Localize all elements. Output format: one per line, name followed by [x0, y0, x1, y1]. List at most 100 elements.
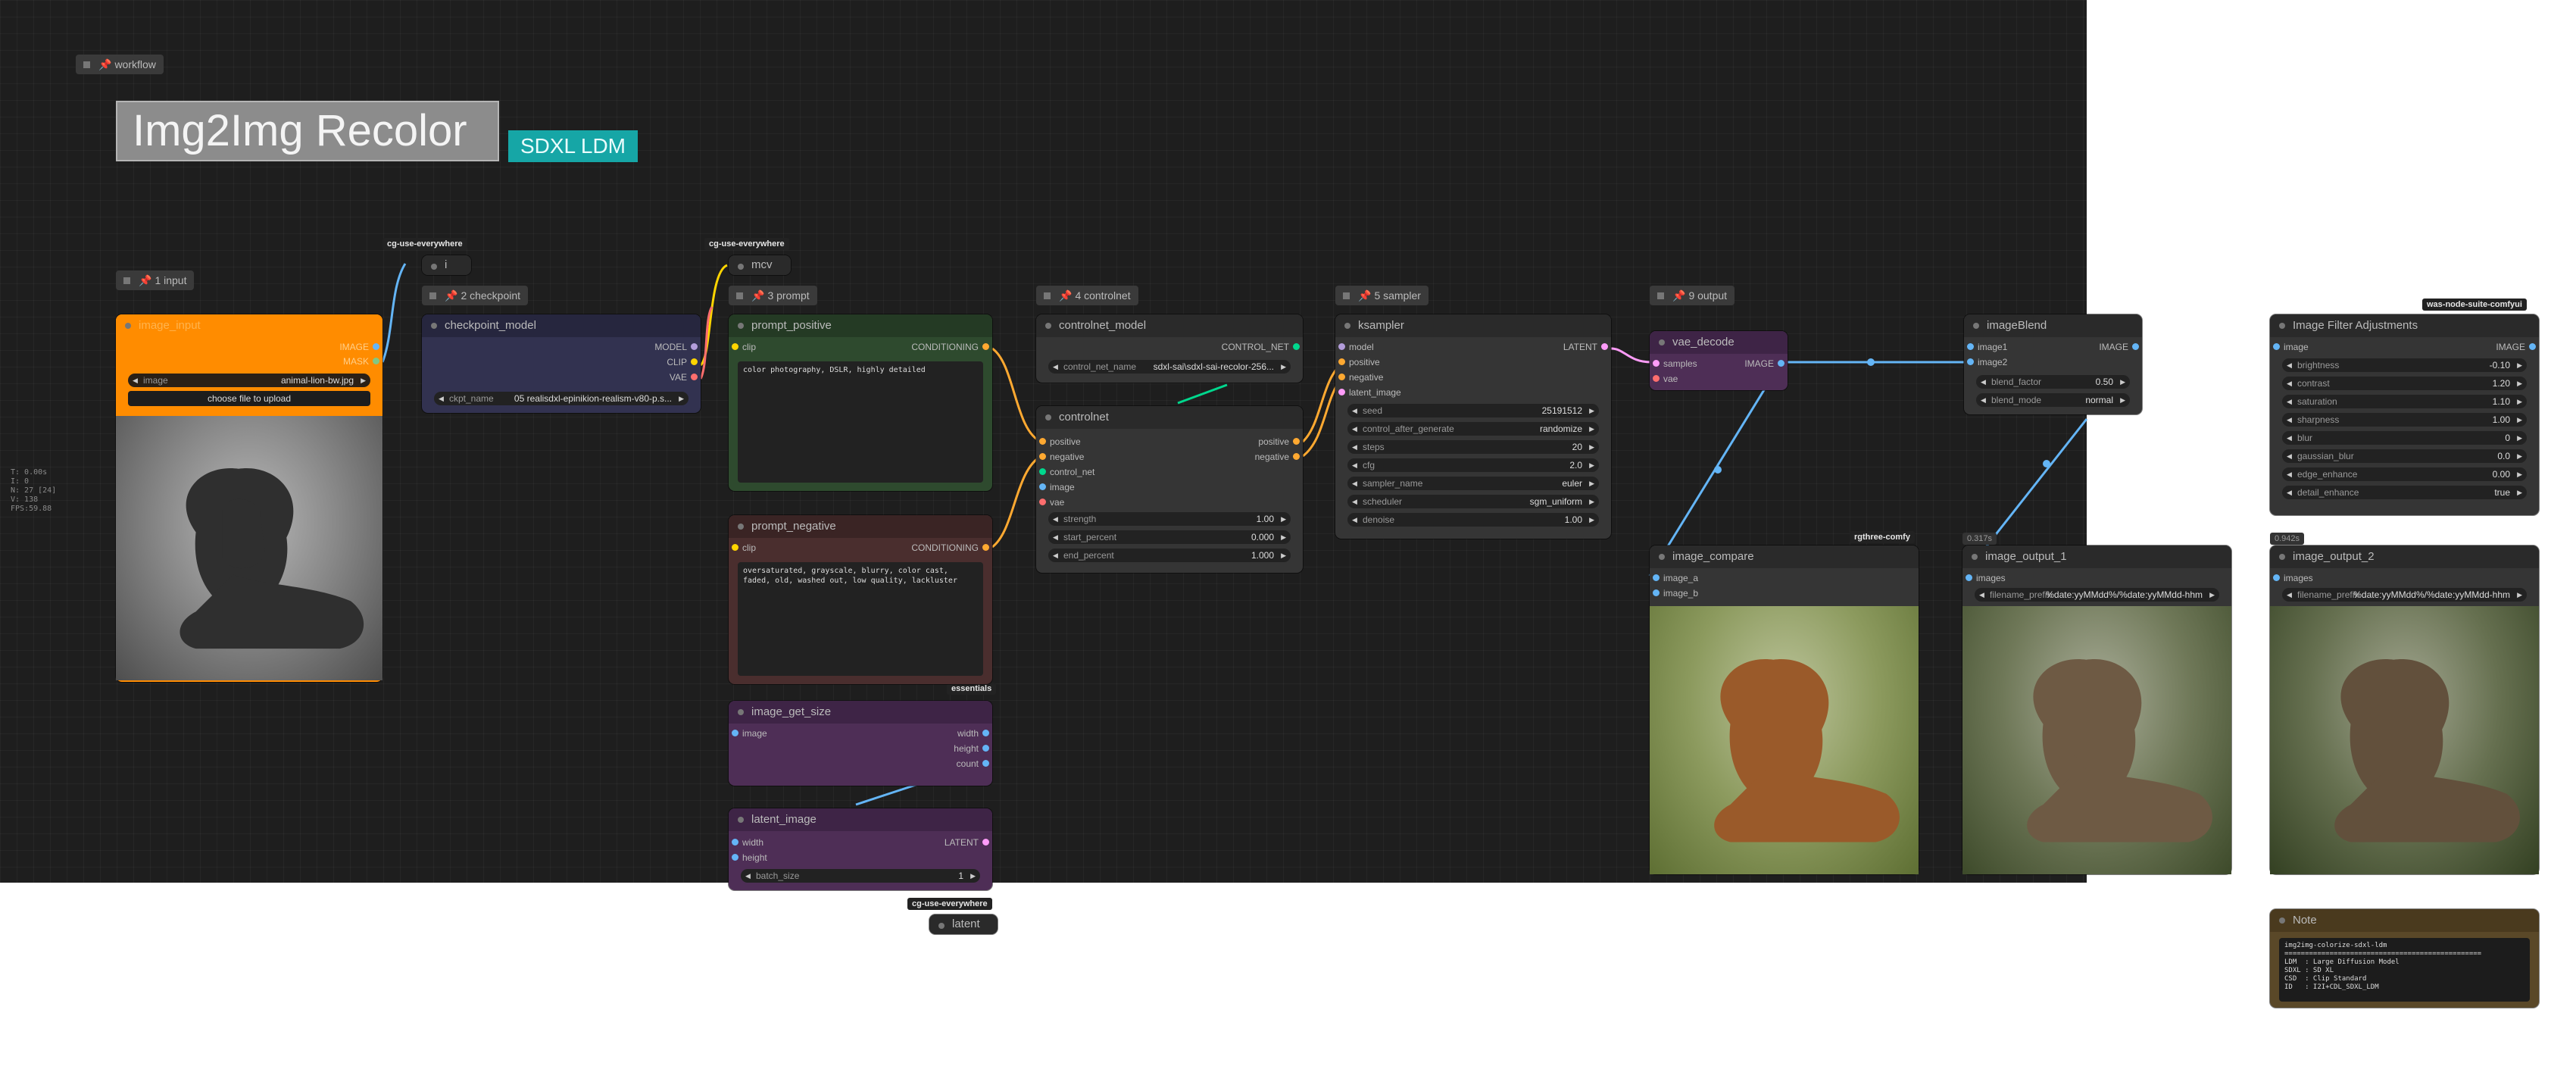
slot-dot[interactable]	[982, 839, 989, 846]
group-input[interactable]: 📌 1 input	[116, 270, 195, 290]
output-conditioning[interactable]: CONDITIONING	[911, 342, 992, 352]
input-negative[interactable]: negative	[1036, 452, 1084, 462]
slot-dot[interactable]	[982, 760, 989, 767]
input-image2[interactable]: image2	[1964, 357, 2007, 367]
input-positive[interactable]: positive	[1036, 436, 1081, 447]
slot-dot[interactable]	[982, 730, 989, 736]
node-ksampler[interactable]: ksampler model positive negative latent_…	[1335, 314, 1611, 539]
node-latent-image[interactable]: latent_image width height LATENT batch_s…	[729, 808, 992, 890]
slot-dot[interactable]	[1966, 574, 1972, 581]
node-mcv[interactable]: mcv	[729, 255, 791, 275]
slot-dot[interactable]	[1338, 343, 1345, 350]
output-mask[interactable]: MASK	[343, 356, 382, 367]
output-image-preview[interactable]	[2270, 606, 2539, 874]
output-image[interactable]: IMAGE	[339, 342, 382, 352]
node-controlnet-model[interactable]: controlnet_model CONTROL_NET control_net…	[1036, 314, 1303, 383]
slot-dot[interactable]	[1653, 574, 1660, 581]
input-image-b[interactable]: image_b	[1650, 588, 1698, 599]
input-image[interactable]: image	[1036, 482, 1075, 492]
workflow-subtitle[interactable]: SDXL LDM	[508, 130, 638, 162]
denoise-stepper[interactable]: denoise 1.00	[1347, 513, 1599, 527]
slot-dot[interactable]	[732, 544, 738, 551]
group-workflow[interactable]: 📌 workflow	[76, 55, 164, 74]
slot-dot[interactable]	[1338, 358, 1345, 365]
cfg-stepper[interactable]: cfg 2.0	[1347, 458, 1599, 472]
edge-enhance-stepper[interactable]: edge_enhance 0.00	[2282, 467, 2527, 481]
ckpt-name-selector[interactable]: ckpt_name 05 realisdxl-epinikion-realism-…	[434, 392, 688, 405]
slot-dot[interactable]	[373, 358, 379, 364]
slot-dot[interactable]	[2529, 343, 2536, 350]
input-clip[interactable]: clip	[729, 342, 756, 352]
slot-dot[interactable]	[691, 358, 698, 365]
output-count[interactable]: count	[957, 758, 992, 769]
input-image-a[interactable]: image_a	[1650, 573, 1698, 583]
output-image-preview[interactable]	[1962, 606, 2231, 874]
control-net-name-selector[interactable]: control_net_name sdxl-sai\sdxl-sai-recolo…	[1048, 360, 1291, 374]
slot-dot[interactable]	[1653, 375, 1660, 382]
prompt-text[interactable]: color photography, DSLR, highly detailed	[738, 361, 983, 483]
output-conditioning[interactable]: CONDITIONING	[911, 542, 992, 553]
output-control-net[interactable]: CONTROL_NET	[1222, 342, 1303, 352]
slot-dot[interactable]	[732, 343, 738, 350]
input-width[interactable]: width	[729, 837, 763, 848]
slot-dot[interactable]	[2273, 574, 2280, 581]
output-width[interactable]: width	[957, 728, 992, 739]
node-prompt-negative[interactable]: prompt_negative clip CONDITIONING oversa…	[729, 515, 992, 684]
blend-mode-select[interactable]: blend_mode normal	[1976, 393, 2130, 407]
saturation-stepper[interactable]: saturation 1.10	[2282, 395, 2527, 408]
node-image-output-2[interactable]: image_output_2 images filename_prefix%da…	[2270, 546, 2539, 874]
scheduler-select[interactable]: scheduler sgm_uniform	[1347, 495, 1599, 508]
slot-dot[interactable]	[732, 839, 738, 846]
control-after-generate-select[interactable]: control_after_generate randomize	[1347, 422, 1599, 436]
slot-dot[interactable]	[1653, 589, 1660, 596]
sampler-name-select[interactable]: sampler_name euler	[1347, 477, 1599, 490]
group-controlnet[interactable]: 📌 4 controlnet	[1036, 286, 1138, 305]
slot-dot[interactable]	[982, 544, 989, 551]
node-vae-decode[interactable]: vae_decode samples vae IMAGE	[1650, 331, 1788, 390]
node-image-get-size[interactable]: image_get_size image width height count	[729, 701, 992, 786]
slot-dot[interactable]	[1039, 468, 1046, 475]
input-images[interactable]: images	[2270, 573, 2313, 583]
filename-prefix-field[interactable]: filename_prefix%date:yyMMdd%/%date:yyMMd…	[1975, 588, 2219, 602]
prompt-text[interactable]: oversaturated, grayscale, blurry, color …	[738, 562, 983, 676]
slot-dot[interactable]	[1039, 499, 1046, 505]
contrast-stepper[interactable]: contrast 1.20	[2282, 377, 2527, 390]
slot-dot[interactable]	[1967, 343, 1974, 350]
output-latent[interactable]: LATENT	[1563, 342, 1611, 352]
node-latent[interactable]: latent	[929, 914, 998, 934]
slot-dot[interactable]	[691, 343, 698, 350]
slot-dot[interactable]	[982, 745, 989, 752]
slot-dot[interactable]	[982, 343, 989, 350]
node-note[interactable]: Note img2img-colorize-sdxl-ldm =========…	[2270, 909, 2539, 1008]
input-images[interactable]: images	[1962, 573, 2006, 583]
slot-dot[interactable]	[1967, 358, 1974, 365]
node-prompt-positive[interactable]: prompt_positive clip CONDITIONING color …	[729, 314, 992, 491]
input-image[interactable]: image	[2270, 342, 2309, 352]
node-i[interactable]: i	[422, 255, 471, 275]
output-image[interactable]: IMAGE	[2496, 342, 2539, 352]
upload-button[interactable]: choose file to upload	[128, 391, 370, 406]
group-prompt[interactable]: 📌 3 prompt	[729, 286, 817, 305]
input-control-net[interactable]: control_net	[1036, 467, 1094, 477]
node-image-filter-adjustments[interactable]: Image Filter Adjustments image IMAGE bri…	[2270, 314, 2539, 515]
input-negative[interactable]: negative	[1335, 372, 1383, 383]
input-image[interactable]: image	[729, 728, 767, 739]
group-checkpoint[interactable]: 📌 2 checkpoint	[422, 286, 529, 305]
image-selector[interactable]: image animal-lion-bw.jpg	[128, 374, 370, 387]
output-model[interactable]: MODEL	[654, 342, 701, 352]
strength-stepper[interactable]: strength 1.00	[1048, 512, 1291, 526]
input-positive[interactable]: positive	[1335, 357, 1380, 367]
slot-dot[interactable]	[1039, 438, 1046, 445]
output-clip[interactable]: CLIP	[667, 357, 701, 367]
input-samples[interactable]: samples	[1650, 358, 1697, 369]
slot-dot[interactable]	[1653, 360, 1660, 367]
slot-dot[interactable]	[1039, 453, 1046, 460]
group-output[interactable]: 📌 9 output	[1650, 286, 1735, 305]
output-positive[interactable]: positive	[1258, 436, 1303, 447]
slot-dot[interactable]	[1338, 374, 1345, 380]
seed-stepper[interactable]: seed 25191512	[1347, 404, 1599, 417]
detail-enhance-toggle[interactable]: detail_enhance true	[2282, 486, 2527, 499]
node-image-blend[interactable]: imageBlend image1 image2 IMAGE blend_fac…	[1964, 314, 2142, 414]
blur-stepper[interactable]: blur 0	[2282, 431, 2527, 445]
output-image[interactable]: IMAGE	[2099, 342, 2142, 352]
